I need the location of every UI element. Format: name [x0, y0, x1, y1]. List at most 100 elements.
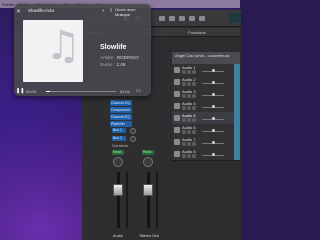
solo-button[interactable] [187, 154, 191, 158]
plugin-slot-3[interactable]: Channel EQ [110, 114, 132, 120]
volume-fader-right[interactable] [143, 184, 153, 196]
track-region[interactable] [234, 88, 240, 100]
track-volume-knob[interactable] [212, 81, 215, 84]
plugin-slot-4[interactable]: PlatinVer [110, 121, 132, 127]
play-icon[interactable] [179, 16, 185, 21]
track-volume-knob[interactable] [212, 141, 215, 144]
send-bus-2[interactable]: Bus 2 [112, 136, 126, 141]
song-title: Slowlife [100, 44, 127, 51]
track-volume-knob[interactable] [212, 117, 215, 120]
automation-read-right[interactable]: Read [142, 150, 154, 155]
waveform-icon [174, 127, 180, 133]
rewind-icon[interactable] [159, 16, 165, 21]
solo-button[interactable] [187, 94, 191, 98]
channel-strip-name-left: Audio [112, 233, 124, 238]
artist-value: RODRIGO [116, 55, 139, 60]
track-region[interactable] [234, 76, 240, 88]
close-icon[interactable]: ✕ [16, 8, 21, 15]
track-region[interactable] [234, 64, 240, 76]
waveform-icon [174, 103, 180, 109]
waveform-icon [174, 115, 180, 121]
share-icon[interactable]: ⇪ [109, 8, 113, 14]
record-enable-button[interactable] [192, 94, 196, 98]
send-knob-2[interactable] [130, 136, 136, 142]
mute-button[interactable] [182, 70, 186, 74]
pause-icon[interactable]: ❚❚ [16, 88, 24, 94]
track-region[interactable] [234, 100, 240, 112]
lcd-display[interactable] [229, 13, 241, 23]
playback-controls: ❚❚ 00:00 01:41 ▭ [14, 87, 151, 96]
send-bus-1[interactable]: Bus 1 [112, 128, 126, 133]
solo-button[interactable] [187, 142, 191, 146]
level-meter-right [156, 172, 158, 228]
mute-button[interactable] [182, 94, 186, 98]
waveform-icon [174, 91, 180, 97]
album-artwork: ♫ [23, 20, 83, 82]
artist-line: Artiste : RODRIGO [100, 55, 139, 60]
track-volume-knob[interactable] [212, 69, 215, 72]
volume-fader-left[interactable] [113, 184, 123, 196]
remaining-time: 01:41 [120, 89, 131, 94]
record-enable-button[interactable] [192, 118, 196, 122]
solo-button[interactable] [187, 130, 191, 134]
fader-track-right [147, 172, 150, 228]
solo-button[interactable] [187, 106, 191, 110]
channel-strip-name-right: Stereo Out [139, 233, 159, 238]
header-functions-menu[interactable]: Fonctions [188, 30, 205, 35]
record-enable-button[interactable] [192, 130, 196, 134]
quicklook-window: ✕ Slowlife.m4a ◐ ⇪ Ouvrir avec Musique ♫… [14, 4, 151, 96]
menu-file[interactable]: Fichier [2, 2, 14, 7]
record-enable-button[interactable] [192, 106, 196, 110]
track-region[interactable] [234, 112, 240, 124]
plugin-slot-1[interactable]: Channel EQ [110, 100, 132, 106]
send-knob-1[interactable] [130, 128, 136, 134]
waveform-icon [174, 151, 180, 157]
waveform-icon [174, 139, 180, 145]
track-region[interactable] [234, 136, 240, 148]
quicklook-titlebar: ✕ Slowlife.m4a ◐ ⇪ Ouvrir avec Musique [14, 4, 151, 18]
mute-button[interactable] [182, 130, 186, 134]
artist-label: Artiste : [100, 55, 116, 60]
solo-button[interactable] [187, 70, 191, 74]
airplay-icon[interactable]: ▭ [136, 88, 141, 94]
music-note-icon: ♫ [45, 23, 81, 69]
duration-label: Durée : [100, 62, 116, 67]
level-meter-left [126, 172, 128, 228]
waveform-icon [174, 79, 180, 85]
plugin-slot-2[interactable]: Compressor [110, 107, 132, 113]
track-volume-knob[interactable] [212, 153, 215, 156]
record-enable-button[interactable] [192, 142, 196, 146]
solo-button[interactable] [187, 118, 191, 122]
mute-button[interactable] [182, 118, 186, 122]
mute-button[interactable] [182, 82, 186, 86]
pan-knob-left[interactable] [113, 157, 123, 167]
fader-track-left [117, 172, 120, 228]
track-volume-knob[interactable] [212, 129, 215, 132]
duration-line: Durée : 1:46 [100, 62, 125, 67]
record-enable-button[interactable] [192, 70, 196, 74]
track-region[interactable] [234, 124, 240, 136]
record-enable-button[interactable] [192, 82, 196, 86]
track-volume-knob[interactable] [212, 105, 215, 108]
mute-button[interactable] [182, 154, 186, 158]
waveform-icon [174, 67, 180, 73]
stop-icon[interactable] [169, 16, 175, 21]
duration-value: 1:46 [116, 62, 126, 67]
record-icon[interactable] [189, 16, 195, 21]
elapsed-time: 00:00 [26, 89, 37, 94]
mute-button[interactable] [182, 142, 186, 146]
mute-button[interactable] [182, 106, 186, 110]
quicklook-filename: Slowlife.m4a [28, 8, 55, 13]
playback-scrubber[interactable] [46, 91, 116, 92]
pan-knob-right[interactable] [143, 157, 153, 167]
playback-progress [46, 91, 50, 92]
open-with-music-button[interactable]: Ouvrir avec Musique [115, 7, 149, 17]
track-volume-knob[interactable] [212, 93, 215, 96]
cycle-icon[interactable] [199, 16, 205, 21]
track-region[interactable] [234, 148, 240, 160]
solo-button[interactable] [187, 82, 191, 86]
automation-read-left[interactable]: Read [112, 150, 124, 155]
markup-icon[interactable]: ◐ [102, 8, 105, 14]
track-row[interactable]: Audio 8 [172, 148, 240, 161]
record-enable-button[interactable] [192, 154, 196, 158]
